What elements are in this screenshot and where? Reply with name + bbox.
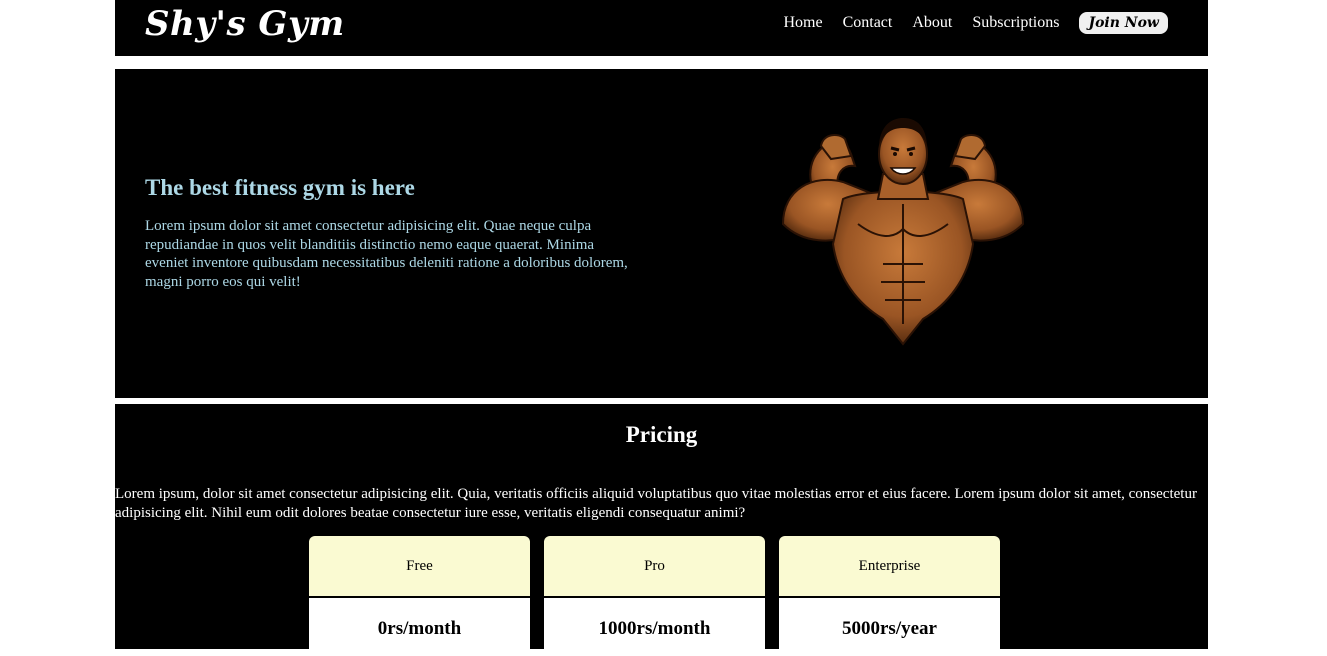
pricing-title: Pricing — [625, 422, 698, 447]
brand-logo[interactable]: Shy's Gym — [145, 4, 345, 44]
plan-price: 0rs/month — [309, 598, 530, 656]
nav-link-home[interactable]: Home — [783, 14, 822, 32]
join-now-button[interactable]: Join Now — [1079, 12, 1168, 34]
plan-price: 1000rs/month — [544, 598, 765, 656]
nav-link-subscriptions[interactable]: Subscriptions — [972, 14, 1059, 32]
nav-links: Home Contact About Subscriptions Join No… — [763, 12, 1168, 34]
plan-name: Pro — [544, 536, 765, 596]
nav-link-about[interactable]: About — [912, 14, 952, 32]
hero-section: The best fitness gym is here Lorem ipsum… — [115, 69, 1208, 398]
plan-name: Free — [309, 536, 530, 596]
pricing-section: Pricing Lorem ipsum, dolor sit amet cons… — [115, 404, 1208, 656]
plan-name: Enterprise — [779, 536, 1000, 596]
plan-card-pro[interactable]: Pro 1000rs/month — [544, 536, 765, 656]
bodybuilder-mascot-icon — [781, 118, 1025, 346]
nav-link-contact[interactable]: Contact — [843, 14, 893, 32]
plan-card-enterprise[interactable]: Enterprise 5000rs/year — [779, 536, 1000, 656]
hero-text: Lorem ipsum dolor sit amet consectetur a… — [145, 218, 628, 290]
plan-price: 5000rs/year — [779, 598, 1000, 656]
navbar: Shy's Gym Home Contact About Subscriptio… — [115, 0, 1208, 56]
pricing-text: Lorem ipsum, dolor sit amet consectetur … — [115, 486, 1197, 521]
plan-card-free[interactable]: Free 0rs/month — [309, 536, 530, 656]
hero-title: The best fitness gym is here — [145, 175, 415, 200]
